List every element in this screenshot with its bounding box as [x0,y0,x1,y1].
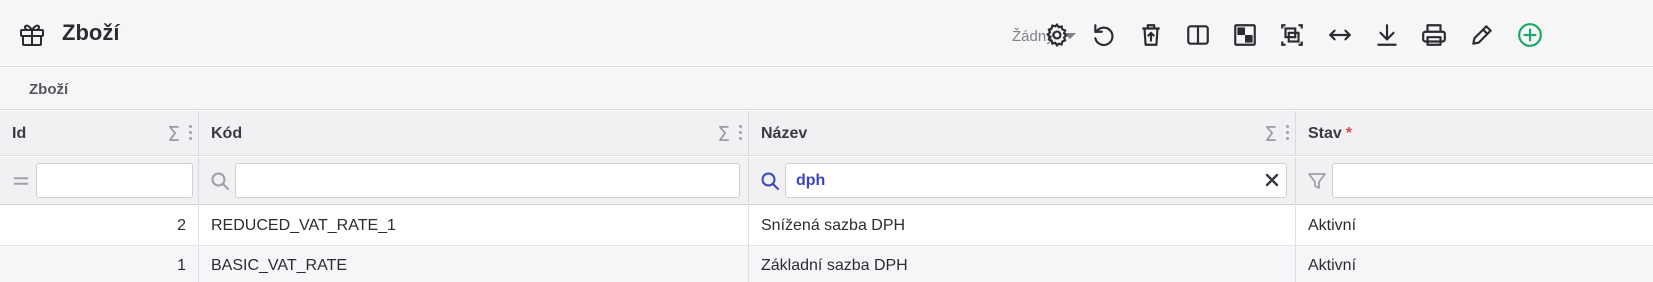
split-view-icon [1187,25,1209,45]
column-header-label: Název [761,125,808,142]
breadcrumb[interactable]: Zboží [29,81,68,98]
filter-cell-stav [1296,157,1653,205]
download-button[interactable] [1371,19,1403,51]
settings-gear-icon [1046,23,1068,47]
table-row[interactable]: 1 BASIC_VAT_RATE Základní sazba DPH Akti… [0,246,1653,282]
box-gift-icon [18,19,46,47]
refresh-undo-icon [1094,24,1114,47]
filter-cell-id [0,157,199,205]
column-header-label: Kód [211,125,243,142]
add-button[interactable] [1514,19,1546,51]
fit-width-button[interactable] [1324,19,1356,51]
delete-button[interactable] [1135,19,1167,51]
search-icon[interactable] [209,170,231,192]
column-menu-icon[interactable] [1286,125,1290,141]
column-header-stav[interactable]: Stav * [1296,111,1653,156]
sum-icon[interactable]: Σ [167,122,180,146]
sum-icon[interactable]: Σ [717,122,730,146]
cell-stav: Aktivní [1308,257,1357,274]
cell-nazev: Snížená sazba DPH [749,206,1296,246]
column-menu-icon[interactable] [739,125,743,141]
required-marker: * [1345,125,1353,142]
sum-icon[interactable]: Σ [1264,122,1277,146]
cell-stav: Aktivní [1308,217,1357,234]
table-row[interactable]: 2 REDUCED_VAT_RATE_1 Snížená sazba DPH A… [0,206,1653,246]
filter-input-kod[interactable] [235,163,740,198]
filter-cell-kod [199,157,749,205]
highlight-button[interactable] [1229,19,1261,51]
column-header-nazev[interactable]: Název Σ [749,111,1296,156]
column-header-id[interactable]: Id Σ [0,111,199,156]
filter-input-nazev[interactable] [785,163,1287,198]
cell-kod: REDUCED_VAT_RATE_1 [199,206,749,246]
breadcrumb-bar: Zboží [0,68,1653,110]
split-view-button[interactable] [1182,19,1214,51]
column-header-label: Stav [1308,125,1342,142]
settings-button[interactable] [1041,19,1073,51]
equals-icon[interactable] [10,170,32,192]
add-circle-icon [1518,23,1542,47]
column-header-label-wrap: Stav * [1308,125,1352,143]
edit-button[interactable] [1466,19,1498,51]
highlight-cells-icon [1234,24,1256,46]
select-frame-icon [1281,24,1303,46]
refresh-button[interactable] [1088,19,1120,51]
print-button[interactable] [1418,19,1450,51]
filter-input-id[interactable] [36,163,193,198]
download-icon [1377,24,1397,46]
column-header-label: Id [12,125,27,142]
select-frame-button[interactable] [1276,19,1308,51]
print-icon [1422,24,1446,46]
funnel-icon[interactable] [1306,170,1328,192]
clear-filter-icon[interactable] [1263,171,1281,189]
filter-cell-nazev [749,157,1296,205]
delete-restore-icon [1142,24,1160,46]
column-header-kod[interactable]: Kód Σ [199,111,749,156]
cell-id: 2 [0,206,199,246]
cell-id: 1 [0,246,199,282]
filter-input-stav[interactable] [1332,163,1653,198]
cell-nazev: Základní sazba DPH [749,246,1296,282]
page-header: Zboží Žádný [0,0,1653,67]
cell-kod: BASIC_VAT_RATE [199,246,749,282]
column-menu-icon[interactable] [189,125,193,141]
edit-pencil-icon [1472,25,1492,45]
page-title: Zboží [62,20,120,45]
search-icon[interactable] [759,170,781,192]
fit-width-arrows-icon [1329,29,1351,41]
